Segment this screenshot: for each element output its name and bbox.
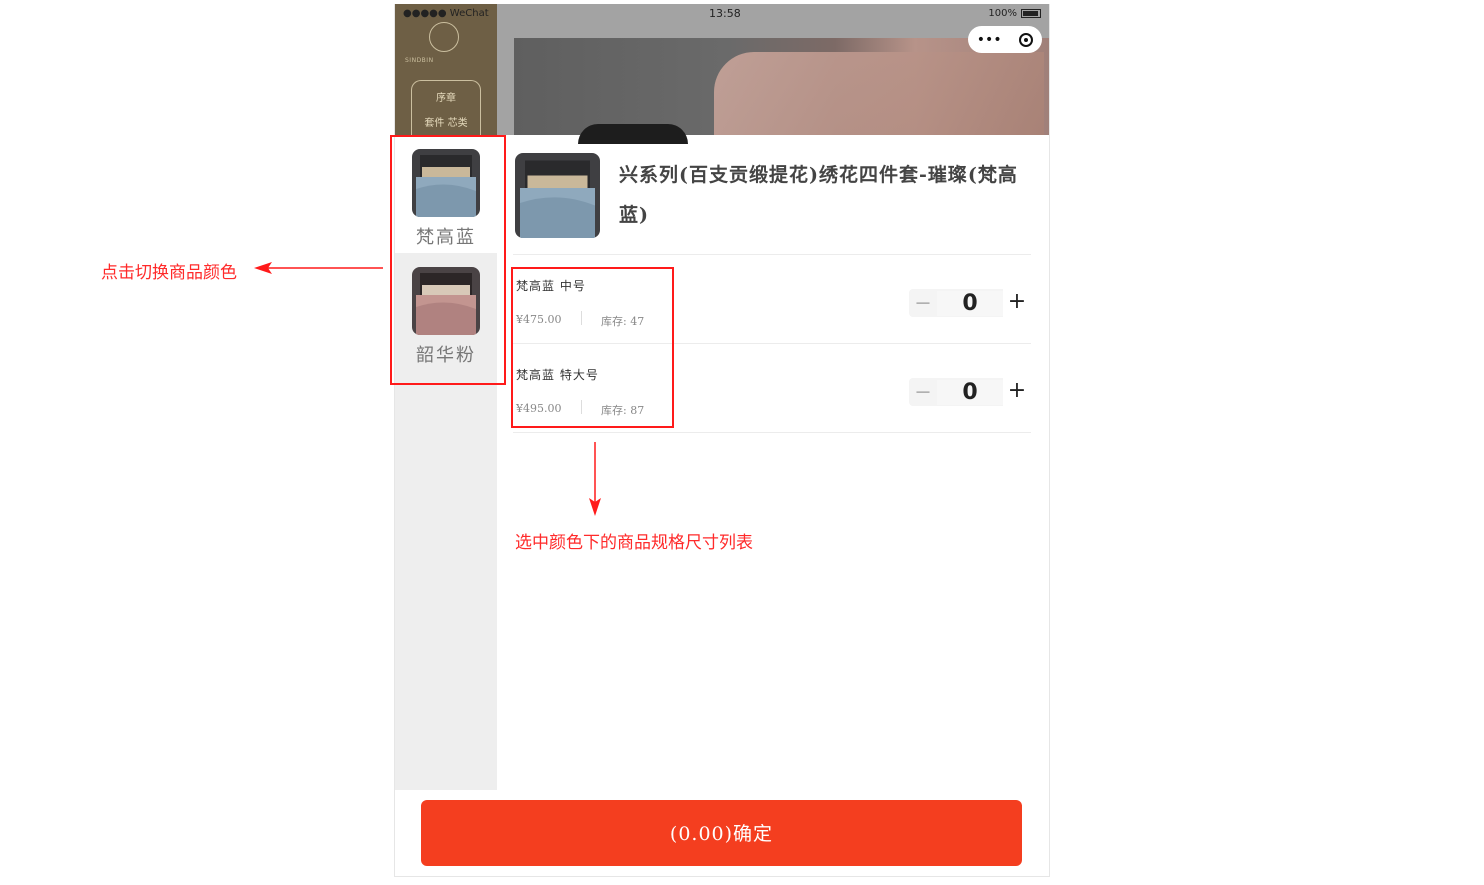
left-arrow-head-icon [254, 262, 272, 274]
divider [513, 432, 1031, 433]
sku-list-highlight-box [511, 267, 674, 428]
banner-shadow [578, 124, 688, 144]
product-banner-image [514, 38, 1049, 144]
carrier-label: ●●●●● WeChat [403, 8, 489, 19]
pillow-image [714, 52, 1044, 135]
battery-status: 100% [988, 8, 1041, 19]
quantity-stepper: － 0 + [909, 289, 1031, 317]
quantity-value[interactable]: 0 [937, 290, 1003, 316]
brand-name: SINDBIN [405, 57, 434, 64]
mini-program-capsule: ••• [968, 26, 1042, 53]
brand-box-line1: 序章 [436, 93, 456, 104]
header-area: SINDBIN 序章 套件 芯类 ●●●●● WeChat 13:58 100%… [395, 4, 1049, 144]
confirm-bar: (0.00)确定 [395, 790, 1049, 876]
confirm-button[interactable]: (0.00)确定 [421, 800, 1022, 866]
brand-logo-icon [429, 22, 459, 52]
increase-button[interactable]: + [1003, 289, 1031, 317]
brand-box-line2: 套件 芯类 [424, 118, 468, 129]
clock: 13:58 [709, 7, 741, 20]
quantity-stepper: － 0 + [909, 378, 1031, 406]
status-bar: ●●●●● WeChat 13:58 100% [395, 4, 1049, 26]
quantity-value[interactable]: 0 [937, 379, 1003, 405]
increase-button[interactable]: + [1003, 378, 1031, 406]
sku-list-note: 选中颜色下的商品规格尺寸列表 [515, 533, 753, 553]
product-thumbnail [515, 153, 600, 238]
battery-percent: 100% [988, 8, 1017, 19]
decrease-button[interactable]: － [909, 379, 937, 405]
battery-icon [1021, 9, 1041, 18]
brand-box: 序章 套件 芯类 [411, 80, 481, 136]
close-target-icon[interactable] [1019, 32, 1034, 47]
product-title: 兴系列(百支贡缎提花)绣花四件套-璀璨(梵高蓝) [619, 164, 1018, 226]
color-switch-note: 点击切换商品颜色 [101, 263, 237, 283]
color-list-highlight-box [390, 135, 506, 385]
decrease-button[interactable]: － [909, 290, 937, 316]
more-icon[interactable]: ••• [977, 32, 1002, 48]
